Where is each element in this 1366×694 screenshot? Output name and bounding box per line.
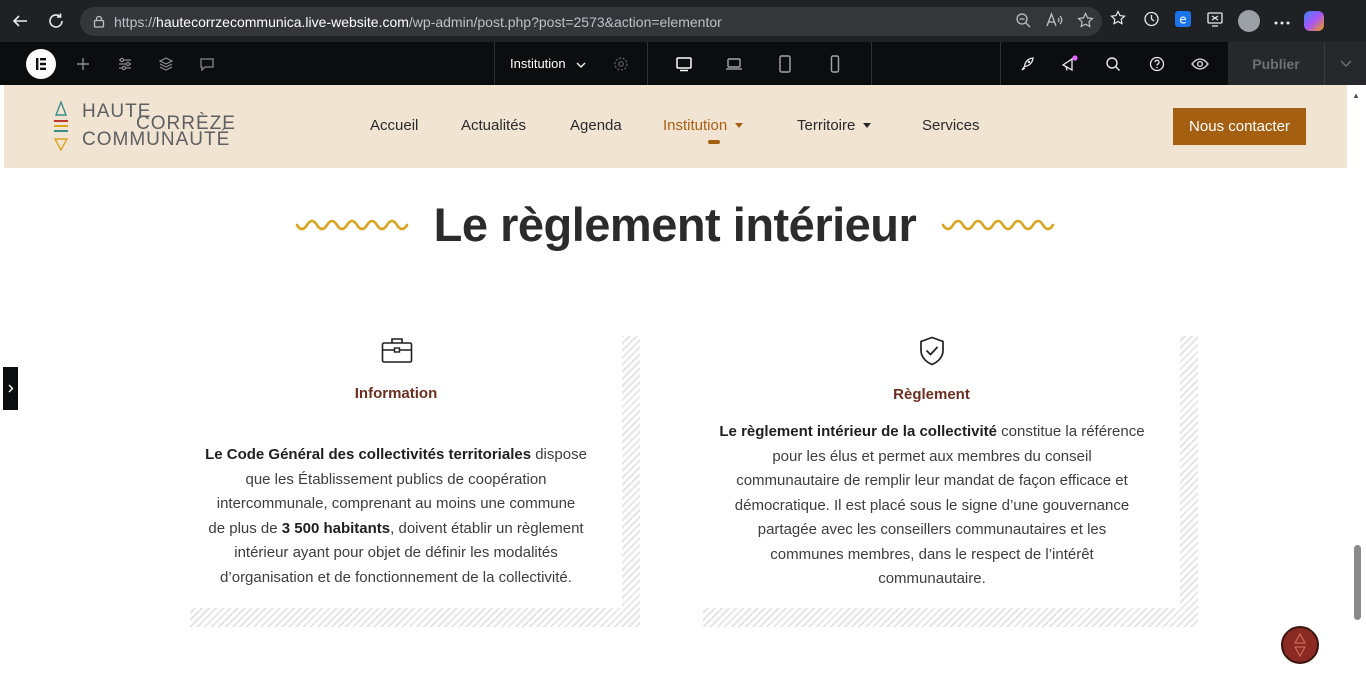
add-element-icon[interactable] <box>63 42 103 85</box>
logo-mark-icon <box>1293 632 1307 658</box>
favorites-icon[interactable] <box>1110 10 1128 32</box>
help-icon[interactable] <box>1137 42 1177 85</box>
laptop-view-icon[interactable] <box>714 42 754 85</box>
title-squiggle-right <box>941 219 1055 231</box>
menu-item-accueil[interactable]: Accueil <box>370 117 418 134</box>
panel-toggle-chevron-icon[interactable] <box>3 367 18 410</box>
desktop-view-icon[interactable] <box>664 42 704 85</box>
screen-capture-icon[interactable] <box>1206 10 1224 33</box>
chevron-down-icon <box>576 56 586 71</box>
menu-item-territoire[interactable]: Territoire <box>797 117 872 134</box>
menu-item-services[interactable]: Services <box>922 117 980 134</box>
page-title: Le règlement intérieur <box>433 198 917 251</box>
history-icon[interactable] <box>1142 10 1160 33</box>
elementor-toolbar: Institution Publier <box>0 42 1366 85</box>
menu-item-actualites[interactable]: Actualités <box>461 117 526 134</box>
browser-toolbar: https://hautecorrzecommunica.live-websit… <box>0 0 1366 42</box>
svg-text:e: e <box>1179 12 1186 26</box>
card-title: Règlement <box>893 386 970 403</box>
menu-item-institution[interactable]: Institution <box>663 117 744 134</box>
scroll-to-top-button[interactable] <box>1281 626 1319 664</box>
elementor-logo-icon[interactable] <box>26 49 56 79</box>
briefcase-icon <box>381 338 413 363</box>
structure-layers-icon[interactable] <box>146 42 186 85</box>
search-icon[interactable] <box>1093 42 1133 85</box>
card-title: Information <box>354 385 438 402</box>
site-logo[interactable]: HAUTE CORRÈZE COMMUNAUTÉ <box>52 99 242 155</box>
mobile-view-icon[interactable] <box>815 42 855 85</box>
page-scrollbar[interactable]: ▲ <box>1348 85 1366 694</box>
page-selector[interactable]: Institution <box>510 42 586 85</box>
profile-avatar[interactable] <box>1238 10 1260 32</box>
scroll-up-arrow-icon[interactable]: ▲ <box>1352 91 1360 100</box>
tablet-view-icon[interactable] <box>765 42 805 85</box>
card-description: Le règlement intérieur de la collectivit… <box>719 423 1145 587</box>
favorite-star-icon[interactable] <box>1077 11 1094 32</box>
publish-options-chevron-icon[interactable] <box>1324 42 1366 85</box>
card-reglement: Règlement Le règlement intérieur de la c… <box>703 336 1180 608</box>
launchpad-rocket-icon[interactable] <box>1007 42 1047 85</box>
contact-button[interactable]: Nous contacter <box>1173 108 1306 145</box>
card-description: Le Code Général des collectivités territ… <box>205 446 587 586</box>
copilot-icon[interactable] <box>1304 11 1324 31</box>
site-header: HAUTE CORRÈZE COMMUNAUTÉ Accueil Actuali… <box>4 85 1347 168</box>
publish-button[interactable]: Publier <box>1228 42 1324 85</box>
logo-text-line3: COMMUNAUTÉ <box>82 129 231 150</box>
preview-eye-icon[interactable] <box>1180 42 1220 85</box>
card-information: Information Le Code Général des collecti… <box>190 336 622 608</box>
whats-new-megaphone-icon[interactable] <box>1050 42 1090 85</box>
page-settings-gear-icon[interactable] <box>601 42 641 85</box>
more-options-icon[interactable] <box>1274 12 1290 30</box>
menu-item-agenda[interactable]: Agenda <box>570 117 622 134</box>
site-settings-icon[interactable] <box>105 42 145 85</box>
zoom-icon[interactable] <box>1015 12 1031 32</box>
lock-icon[interactable] <box>90 13 108 31</box>
url-text: https://hautecorrzecommunica.live-websit… <box>114 13 722 30</box>
read-aloud-icon[interactable] <box>1045 11 1063 32</box>
active-menu-indicator <box>708 140 720 144</box>
dropdown-caret-icon <box>735 123 744 128</box>
logo-mark-icon <box>53 101 69 152</box>
back-icon[interactable] <box>2 0 38 42</box>
dropdown-caret-icon <box>863 123 872 128</box>
reload-icon[interactable] <box>38 0 74 42</box>
page-selector-label: Institution <box>510 56 566 71</box>
address-bar[interactable]: https://hautecorrzecommunica.live-websit… <box>80 7 1102 36</box>
scrollbar-thumb[interactable] <box>1354 545 1361 620</box>
editor-canvas: HAUTE CORRÈZE COMMUNAUTÉ Accueil Actuali… <box>0 85 1366 694</box>
edge-extension-icon[interactable]: e <box>1174 10 1192 33</box>
shield-check-icon <box>920 336 944 366</box>
comments-icon[interactable] <box>187 42 227 85</box>
